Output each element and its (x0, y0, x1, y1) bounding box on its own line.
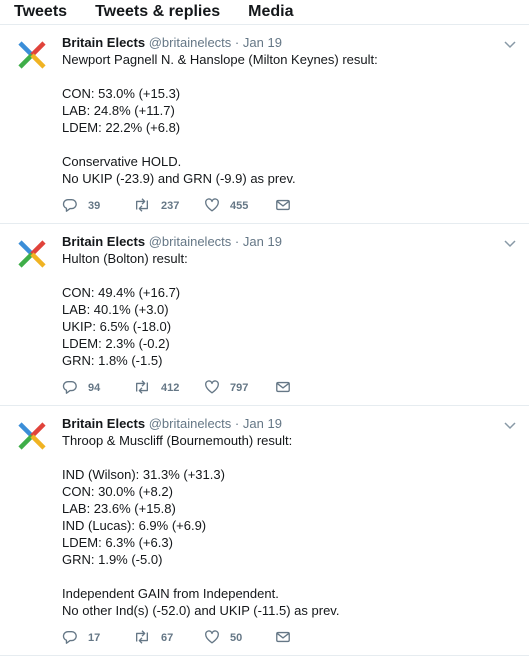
envelope-icon (275, 197, 301, 216)
tweet-time[interactable]: Jan 19 (243, 234, 282, 249)
reply-icon (62, 629, 88, 648)
retweet-button[interactable]: 237 (133, 197, 204, 216)
tweet-text-line: GRN: 1.9% (-5.0) (62, 552, 163, 567)
tweet-header: Britain Elects @britainelects · Jan 19 (62, 416, 517, 431)
chevron-down-icon[interactable] (503, 37, 517, 51)
tweet-text-line: Newport Pagnell N. & Hanslope (Milton Ke… (62, 52, 378, 67)
tweet-body: Newport Pagnell N. & Hanslope (Milton Ke… (62, 51, 517, 187)
direct-message-button[interactable] (275, 629, 346, 648)
tweet-actions: 17 67 50 (62, 629, 517, 647)
user-handle[interactable]: @britainelects (149, 35, 232, 50)
retweet-count: 412 (161, 382, 180, 394)
tweet-text-line: CON: 53.0% (+15.3) (62, 86, 181, 101)
user-name[interactable]: Britain Elects (62, 416, 145, 431)
tweet-text-line: CON: 30.0% (+8.2) (62, 484, 173, 499)
envelope-icon (275, 379, 301, 398)
retweet-icon (133, 379, 161, 398)
separator: · (234, 416, 240, 431)
tweet-text-line: Hulton (Bolton) result: (62, 251, 188, 266)
tab-tweets-and-replies[interactable]: Tweets & replies (83, 2, 220, 22)
tweet-actions: 94 412 797 (62, 379, 517, 397)
tweet-text-line: Conservative HOLD. (62, 154, 182, 169)
direct-message-button[interactable] (275, 197, 346, 216)
heart-icon (204, 197, 230, 216)
retweet-button[interactable]: 412 (133, 379, 204, 398)
tweet-body: Hulton (Bolton) result: CON: 49.4% (+16.7… (62, 250, 517, 369)
heart-icon (204, 379, 230, 398)
retweet-icon (133, 629, 161, 648)
tab-media[interactable]: Media (236, 2, 293, 22)
retweet-count: 237 (161, 200, 180, 212)
tweet-text-line: UKIP: 6.5% (-18.0) (62, 319, 172, 334)
tweet[interactable]: Britain Elects @britainelects · Jan 19 T… (0, 406, 529, 656)
reply-count: 17 (88, 632, 101, 644)
heart-icon (204, 629, 230, 648)
avatar[interactable] (14, 418, 50, 454)
timeline: Britain Elects @britainelects · Jan 19 N… (0, 25, 529, 656)
direct-message-button[interactable] (275, 379, 346, 398)
tweet[interactable]: Britain Elects @britainelects · Jan 19 H… (0, 224, 529, 406)
tweet-text-line: No UKIP (-23.9) and GRN (-9.9) as prev. (62, 171, 296, 186)
user-name[interactable]: Britain Elects (62, 234, 145, 249)
reply-count: 39 (88, 200, 101, 212)
reply-icon (62, 197, 88, 216)
tweet-text-line: LAB: 24.8% (+11.7) (62, 103, 175, 118)
tweet-text-line: LDEM: 6.3% (+6.3) (62, 535, 173, 550)
like-button[interactable]: 797 (204, 379, 275, 398)
tweet-text-line (62, 68, 517, 85)
tweet-body: Throop & Muscliff (Bournemouth) result: I… (62, 432, 517, 619)
chevron-down-icon[interactable] (503, 236, 517, 250)
reply-count: 94 (88, 382, 101, 394)
tweet-text-line: LDEM: 22.2% (+6.8) (62, 120, 181, 135)
tweet-time[interactable]: Jan 19 (243, 416, 282, 431)
tweet-text-line: GRN: 1.8% (-1.5) (62, 353, 163, 368)
tweet-text-line: IND (Wilson): 31.3% (+31.3) (62, 467, 225, 482)
like-button[interactable]: 455 (204, 197, 275, 216)
tweet-text-line (62, 136, 517, 153)
tweet-text-line: Independent GAIN from Independent. (62, 586, 279, 601)
tweet-header: Britain Elects @britainelects · Jan 19 (62, 35, 517, 50)
tweet-text-line (62, 568, 517, 585)
separator: · (234, 35, 240, 50)
user-name[interactable]: Britain Elects (62, 35, 145, 50)
tweet-text-line: Throop & Muscliff (Bournemouth) result: (62, 433, 293, 448)
tweet-text-line: CON: 49.4% (+16.7) (62, 285, 181, 300)
tweet-text-line: IND (Lucas): 6.9% (+6.9) (62, 518, 207, 533)
retweet-count: 67 (161, 632, 174, 644)
tweet-text-line (62, 449, 517, 466)
like-count: 455 (230, 200, 249, 212)
tweet-time[interactable]: Jan 19 (243, 35, 282, 50)
avatar[interactable] (14, 236, 50, 272)
like-count: 797 (230, 382, 249, 394)
tweet-text-line: No other Ind(s) (-52.0) and UKIP (-11.5)… (62, 603, 340, 618)
reply-button[interactable]: 39 (62, 197, 133, 216)
retweet-icon (133, 197, 161, 216)
tweet-text-line (62, 267, 517, 284)
tweet-text-line: LAB: 23.6% (+15.8) (62, 501, 176, 516)
envelope-icon (275, 629, 301, 648)
tweet-text-line: LAB: 40.1% (+3.0) (62, 302, 169, 317)
user-handle[interactable]: @britainelects (149, 416, 232, 431)
avatar[interactable] (14, 37, 50, 73)
tweet-text-line: LDEM: 2.3% (-0.2) (62, 336, 170, 351)
reply-icon (62, 379, 88, 398)
chevron-down-icon[interactable] (503, 418, 517, 432)
tweet-actions: 39 237 455 (62, 197, 517, 215)
retweet-button[interactable]: 67 (133, 629, 204, 648)
like-count: 50 (230, 632, 243, 644)
tweet-header: Britain Elects @britainelects · Jan 19 (62, 234, 517, 249)
like-button[interactable]: 50 (204, 629, 275, 648)
reply-button[interactable]: 94 (62, 379, 133, 398)
user-handle[interactable]: @britainelects (149, 234, 232, 249)
profile-tabs: Tweets Tweets & replies Media (0, 0, 529, 25)
tab-tweets[interactable]: Tweets (0, 2, 67, 22)
separator: · (234, 234, 240, 249)
reply-button[interactable]: 17 (62, 629, 133, 648)
tweet[interactable]: Britain Elects @britainelects · Jan 19 N… (0, 25, 529, 224)
